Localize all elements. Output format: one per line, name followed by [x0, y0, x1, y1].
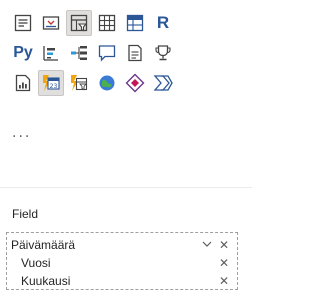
visualizations-pane: R Py 23 ... Field Päivämäärä ✕ Vuosi ✕ K… — [0, 0, 252, 293]
key-influencers-icon[interactable] — [38, 40, 64, 66]
arcgis-map-icon[interactable] — [94, 70, 120, 96]
matrix-icon-2[interactable] — [122, 10, 148, 36]
python-visual-icon[interactable]: Py — [10, 40, 36, 66]
close-icon[interactable]: ✕ — [219, 256, 229, 270]
table-icon[interactable] — [66, 10, 92, 36]
python-visual-label: Py — [13, 44, 33, 61]
decomposition-tree-icon[interactable] — [66, 40, 92, 66]
divider — [0, 187, 252, 188]
smart-narrative-icon[interactable] — [122, 40, 148, 66]
chevron-down-icon[interactable] — [201, 238, 213, 253]
matrix-icon[interactable] — [94, 10, 120, 36]
power-apps-diamond-icon[interactable] — [122, 70, 148, 96]
r-visual-label: R — [156, 13, 170, 32]
qa-icon[interactable] — [94, 40, 120, 66]
more-visuals-button[interactable]: ... — [12, 126, 31, 140]
power-automate-arrows-icon[interactable] — [150, 70, 176, 96]
paginated-report-icon[interactable] — [10, 70, 36, 96]
field-item-kuukausi[interactable]: Kuukausi ✕ — [7, 272, 237, 292]
field-section-label: Field — [12, 207, 39, 221]
power-apps-calendar-icon[interactable]: 23 — [38, 70, 64, 96]
slicer-icon[interactable] — [38, 10, 64, 36]
field-item-label: Päivämäärä — [11, 238, 76, 252]
close-icon[interactable]: ✕ — [219, 274, 229, 288]
multi-row-card-icon[interactable] — [10, 10, 36, 36]
field-item-label: Vuosi — [21, 256, 51, 270]
trophy-icon[interactable] — [150, 40, 176, 66]
power-automate-icon[interactable] — [66, 70, 92, 96]
field-item-label: Kuukausi — [21, 274, 71, 288]
close-icon[interactable]: ✕ — [219, 238, 229, 252]
svg-text:23: 23 — [50, 83, 58, 90]
field-well[interactable]: Päivämäärä ✕ Vuosi ✕ Kuukausi ✕ — [6, 232, 238, 290]
r-visual-icon[interactable]: R — [150, 10, 176, 36]
field-item-paivamaara[interactable]: Päivämäärä ✕ — [7, 236, 237, 256]
field-item-vuosi[interactable]: Vuosi ✕ — [7, 254, 237, 274]
